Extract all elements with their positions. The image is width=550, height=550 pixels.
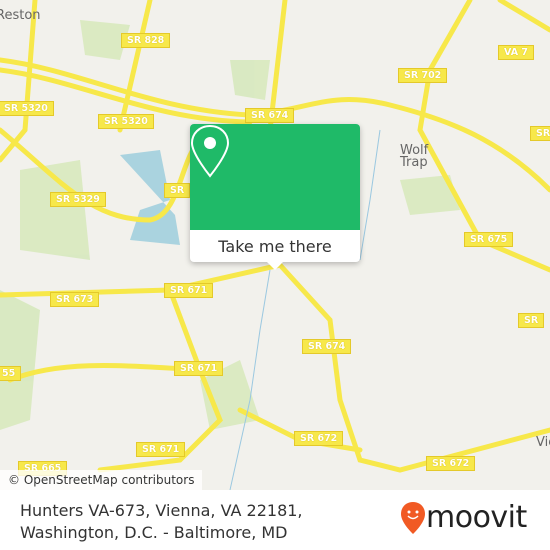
place-label-vienna: Vie [536, 435, 550, 450]
moovit-logo: moovit [400, 500, 527, 535]
attribution[interactable]: © OpenStreetMap contributors [0, 470, 203, 490]
brand-name: moovit [426, 500, 527, 535]
address-text: Hunters VA-673, Vienna, VA 22181, Washin… [20, 501, 303, 542]
road-shield: SR 675 [464, 232, 514, 247]
popup-tail [267, 262, 283, 270]
road-shield: SR [164, 183, 191, 198]
popup-header [190, 124, 360, 230]
map[interactable]: Reston Wolf Trap Vie SR 828 VA 7 SR 702 … [0, 0, 550, 490]
road-shield: SR 5320 [0, 101, 54, 116]
road-shield: SR [518, 313, 545, 328]
road-shield: SR 674 [302, 339, 352, 354]
road-shield: SR 673 [50, 292, 100, 307]
place-label-reston: Reston [0, 8, 41, 23]
road-shield: SR 671 [164, 283, 214, 298]
road-shield: SR 671 [174, 361, 224, 376]
road-shield: SR 674 [245, 108, 295, 123]
road-shield: SR 828 [121, 33, 171, 48]
map-pin-icon [190, 124, 230, 178]
road-shield: SR [530, 126, 550, 141]
road-shield: SR 5329 [50, 192, 106, 207]
road-shield: SR 672 [294, 431, 344, 446]
road-shield: 55 [0, 366, 22, 381]
road-shield: SR 672 [426, 456, 476, 471]
take-me-there-button[interactable]: Take me there [190, 230, 360, 262]
road-shield: SR 5320 [98, 114, 154, 129]
location-popup: Take me there [190, 124, 360, 270]
road-shield: VA 7 [498, 45, 534, 60]
road-shield: SR 671 [136, 442, 186, 457]
road-shield: SR 702 [398, 68, 448, 83]
footer: Hunters VA-673, Vienna, VA 22181, Washin… [0, 490, 550, 550]
moovit-pin-icon [401, 501, 425, 534]
place-label-wolf-trap: Wolf Trap [400, 143, 429, 170]
